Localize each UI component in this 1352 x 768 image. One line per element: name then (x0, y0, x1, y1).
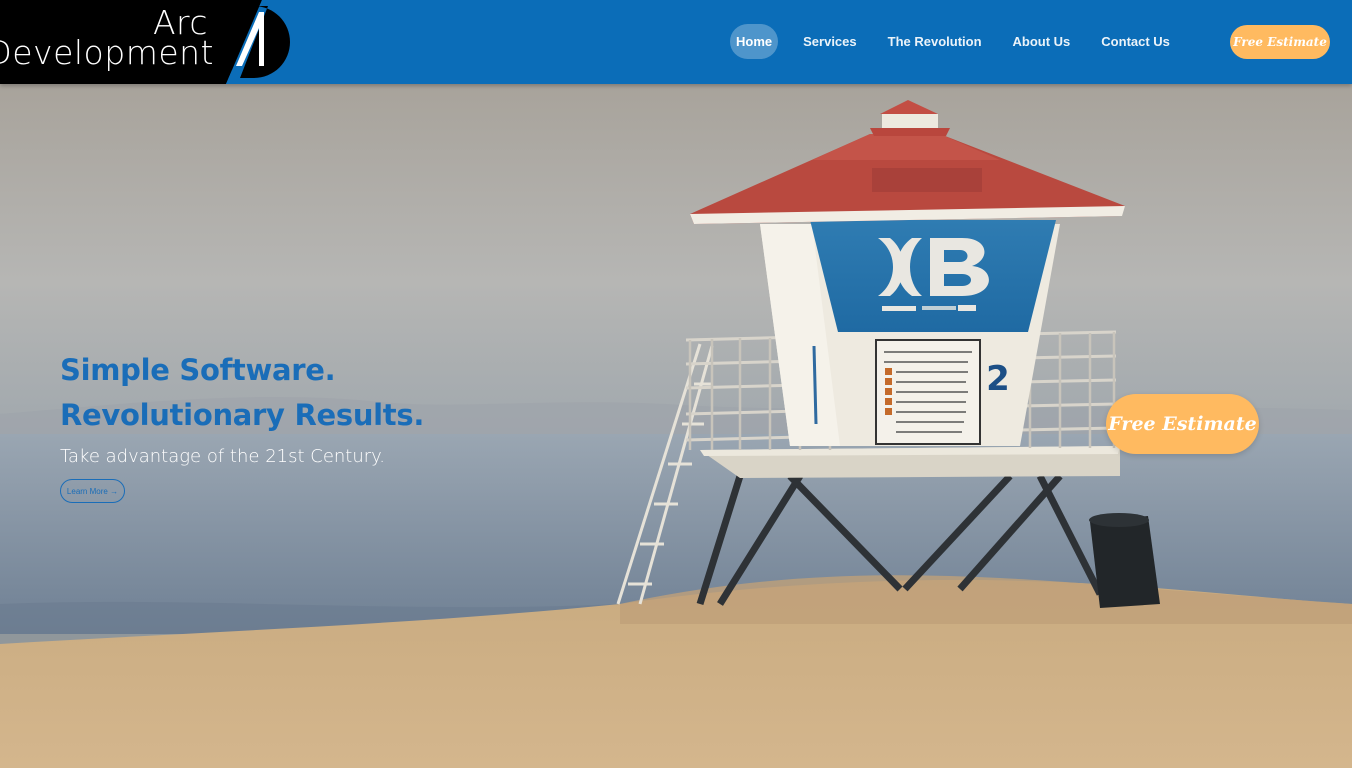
hero-headline: Simple Software. Revolutionary Results. (60, 348, 424, 438)
tab-home[interactable]: Home (730, 24, 779, 59)
learn-more-button[interactable]: Learn More → (60, 479, 125, 503)
learn-more-label: Learn More (66, 487, 108, 496)
tab-contact-us[interactable]: Contact Us (1095, 24, 1176, 59)
hero-headline-line-2: Revolutionary Results. (60, 398, 425, 432)
tab-services[interactable]: Services (797, 24, 863, 59)
logo-button[interactable]: Arc Development (0, 0, 292, 84)
brand-line-2: Development (0, 33, 214, 72)
tab-the-revolution[interactable]: The Revolution (882, 24, 988, 59)
brand-name: Arc Development (0, 6, 214, 72)
hero-headline-line-1: Simple Software. (60, 353, 336, 387)
hero-free-estimate-button[interactable]: Free Estimate (1106, 394, 1259, 454)
hero-subtitle: Take advantage of the 21st Century. (60, 446, 385, 467)
app-header: Arc Development Home Services The Revolu… (0, 0, 1352, 84)
tower-number: 2 (986, 359, 1010, 399)
header-free-estimate-button[interactable]: Free Estimate (1230, 25, 1330, 59)
main-nav: Home Services The Revolution About Us Co… (730, 24, 1195, 59)
tab-about-us[interactable]: About Us (1007, 24, 1077, 59)
arrow-right-icon: → (110, 487, 119, 496)
page: Arc Development Home Services The Revolu… (0, 0, 1352, 768)
hero-section: 2 Simple Software. Revolutionary Results… (0, 84, 1352, 768)
